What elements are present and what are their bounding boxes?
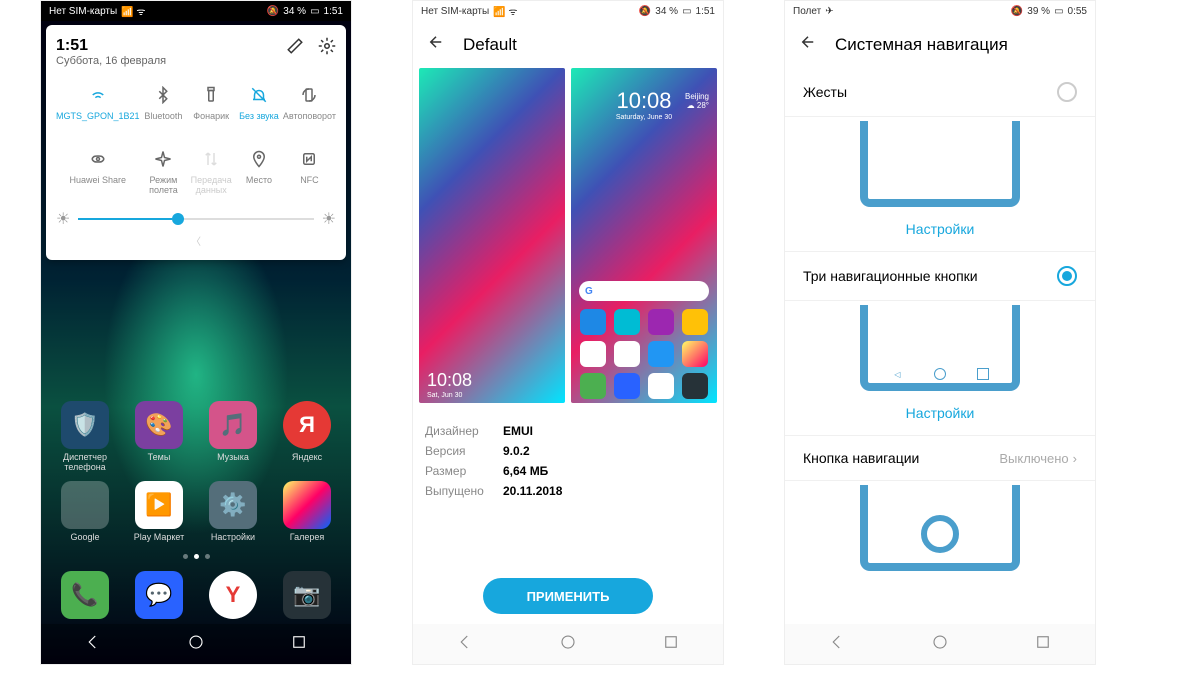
nav-recent-icon[interactable] [662,633,680,656]
page-title: Default [463,35,517,55]
chevron-right-icon: › [1073,451,1077,466]
option-nav-dot[interactable]: Кнопка навигации Выключено› [785,436,1095,481]
rotate-icon [297,83,321,107]
expand-handle[interactable]: 〈 [56,233,336,248]
app-play-store[interactable]: ▶️Play Маркет [129,481,189,542]
status-time: 1:51 [696,6,715,17]
nav-bar [413,624,723,664]
preview-three-buttons: ◁ [860,305,1020,391]
nav-home-icon[interactable] [931,633,949,656]
app-gallery[interactable]: Галерея [277,481,337,542]
phone-quicksettings: Нет SIM-карты 📶 ᯤ 🔕 34 % ▭ 1:51 1:51 Суб… [40,0,352,665]
app-google-folder[interactable]: Google [55,481,115,542]
preview-lockscreen[interactable]: 10:08 Sat, Jun 30 [419,68,565,403]
status-time: 1:51 [324,6,343,17]
qs-tile-rotate[interactable]: Автоповорот [283,77,336,137]
qs-tile-data[interactable]: Передача данных [187,141,235,201]
apply-button[interactable]: ПРИМЕНИТЬ [483,578,653,614]
app-yandex[interactable]: ЯЯндекс [277,401,337,472]
qs-date: Суббота, 16 февраля [56,55,166,67]
option-three-buttons[interactable]: Три навигационные кнопки [785,252,1095,301]
status-bar: Полет ✈ 🔕 39 % ▭ 0:55 [785,1,1095,21]
battery-pct: 34 % [283,6,306,17]
qs-tile-flashlight[interactable]: Фонарик [187,77,235,137]
flight-mode-label: Полет [793,6,821,17]
status-bar: Нет SIM-карты 📶 ᯤ 🔕 34 % ▭ 1:51 [41,1,351,21]
qs-tile-bluetooth[interactable]: Bluetooth [140,77,188,137]
qs-time: 1:51 [56,37,166,55]
dock-row: 📞 💬 Y 📷 [41,571,351,619]
qs-tile-mute[interactable]: Без звука [235,77,283,137]
preview-gestures [860,121,1020,207]
phone-theme-detail: Нет SIM-карты 📶 ᯤ 🔕 34 % ▭ 1:51 Default … [412,0,724,665]
page-title: Системная навигация [835,35,1008,55]
app-settings[interactable]: ⚙️Настройки [203,481,263,542]
app-messages[interactable]: 💬 [129,571,189,619]
qs-tiles-grid: MGTS_GPON_1B21 Bluetooth Фонарик Без зву… [56,77,336,201]
brightness-high-icon: ☀ [322,209,336,229]
nav-back-icon[interactable] [456,633,474,656]
theme-info: ДизайнерEMUI Версия9.0.2 Размер6,64 МБ В… [413,403,723,501]
quick-settings-panel: 1:51 Суббота, 16 февраля MGTS_GPON_1B21 … [46,25,346,260]
nav-home-icon[interactable] [187,633,205,656]
mute-icon [247,83,271,107]
header: Системная навигация [785,21,1095,68]
nav-bar [785,624,1095,664]
airplane-icon [151,147,175,171]
nav-back-icon[interactable] [828,633,846,656]
sim-status: Нет SIM-карты [49,6,117,17]
qs-tile-nfc[interactable]: NFC [283,141,336,201]
back-icon[interactable] [427,33,445,56]
battery-pct: 34 % [655,6,678,17]
nav-bar [41,624,351,664]
phone-system-navigation: Полет ✈ 🔕 39 % ▭ 0:55 Системная навигаци… [784,0,1096,665]
nav-recent-icon[interactable] [290,633,308,656]
location-icon [247,147,271,171]
gear-icon[interactable] [318,37,336,60]
google-search-bar: G [579,281,709,301]
app-row-1: 🛡️Диспетчер телефона 🎨Темы 🎵Музыка ЯЯнде… [41,401,351,472]
theme-previews: 10:08 Sat, Jun 30 10:08Saturday, June 30… [413,68,723,403]
app-browser[interactable]: Y [203,571,263,619]
sim-status: Нет SIM-карты [421,6,489,17]
data-icon [199,147,223,171]
qs-tile-airplane[interactable]: Режим полета [140,141,188,201]
radio-checked [1057,266,1077,286]
nav-back-icon[interactable] [84,633,102,656]
status-time: 0:55 [1068,6,1087,17]
nav-home-icon[interactable] [559,633,577,656]
battery-pct: 39 % [1027,6,1050,17]
header: Default [413,21,723,68]
share-icon [86,147,110,171]
qs-tile-share[interactable]: Huawei Share [56,141,140,201]
app-row-2: Google ▶️Play Маркет ⚙️Настройки Галерея [41,481,351,542]
radio-unchecked [1057,82,1077,102]
wifi-icon [86,83,110,107]
preview-nav-dot [860,485,1020,571]
qs-tile-location[interactable]: Место [235,141,283,201]
qs-tile-wifi[interactable]: MGTS_GPON_1B21 [56,77,140,137]
preview-homescreen[interactable]: 10:08Saturday, June 30 Beijing☁ 28° G [571,68,717,403]
status-bar: Нет SIM-карты 📶 ᯤ 🔕 34 % ▭ 1:51 [413,1,723,21]
option-gestures[interactable]: Жесты [785,68,1095,117]
settings-link[interactable]: Настройки [785,207,1095,252]
brightness-low-icon: ☀ [56,209,70,229]
brightness-slider[interactable]: ☀ ☀ [56,209,336,229]
bluetooth-icon [151,83,175,107]
app-dialer[interactable]: 📞 [55,571,115,619]
nav-recent-icon[interactable] [1034,633,1052,656]
nfc-icon [297,147,321,171]
page-indicator [41,554,351,559]
app-themes[interactable]: 🎨Темы [129,401,189,472]
app-music[interactable]: 🎵Музыка [203,401,263,472]
edit-icon[interactable] [286,37,304,60]
app-camera[interactable]: 📷 [277,571,337,619]
app-phone-manager[interactable]: 🛡️Диспетчер телефона [55,401,115,472]
back-icon[interactable] [799,33,817,56]
flashlight-icon [199,83,223,107]
settings-link[interactable]: Настройки [785,391,1095,436]
